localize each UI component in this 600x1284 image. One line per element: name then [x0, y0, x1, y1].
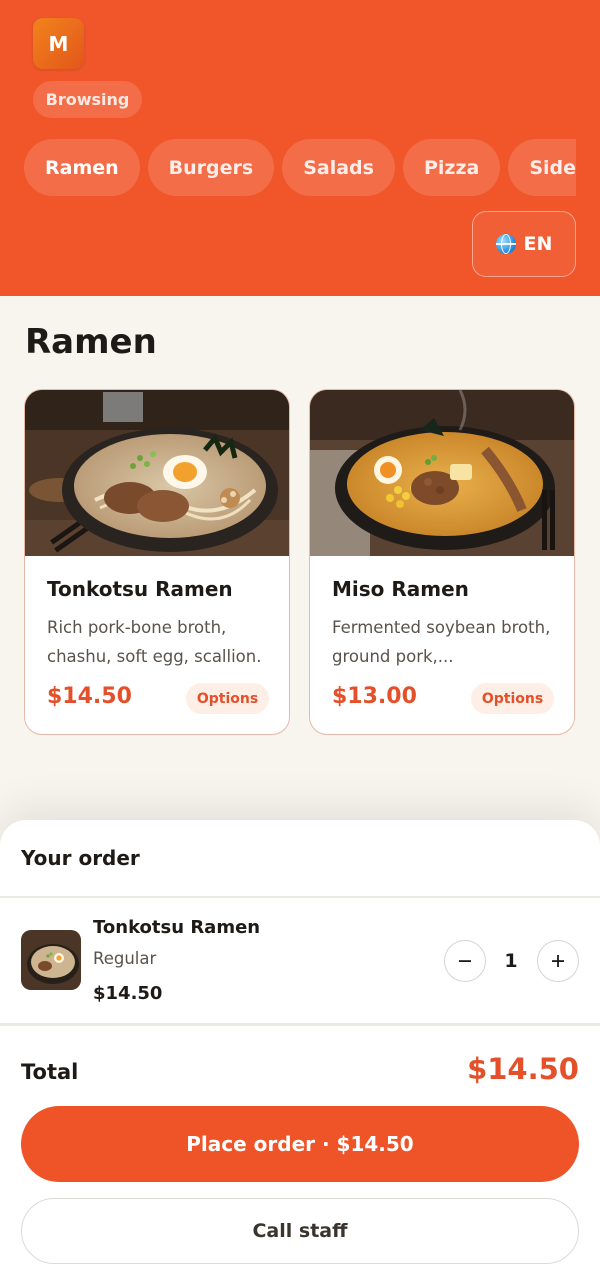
language-label: EN: [523, 233, 553, 255]
divider: [0, 1023, 600, 1026]
category-tabs: RamenBurgersSaladsPizzaSides: [24, 139, 576, 196]
decrease-quantity-button[interactable]: [444, 940, 486, 982]
menu-card-miso[interactable]: Miso Ramen Fermented soybean broth, grou…: [309, 389, 575, 735]
options-button[interactable]: Options: [471, 683, 554, 714]
total-value: $14.50: [467, 1052, 579, 1086]
call-staff-button[interactable]: Call staff: [21, 1198, 579, 1264]
item-description: Rich pork-bone broth, chashu, soft egg, …: [47, 618, 262, 666]
order-item-name: Tonkotsu Ramen: [93, 917, 261, 938]
menu-card-tonkotsu[interactable]: Tonkotsu Ramen Rich pork-bone broth, cha…: [24, 389, 290, 735]
card-body: Tonkotsu Ramen Rich pork-bone broth, cha…: [47, 556, 269, 671]
tab-burgers[interactable]: Burgers: [147, 139, 275, 196]
order-item-price: $14.50: [93, 983, 163, 1004]
tab-sides[interactable]: Sides: [508, 139, 576, 196]
order-item-thumbnail: [21, 930, 81, 990]
item-description: Fermented soybean broth, ground pork,...: [332, 618, 551, 666]
status-badge: Browsing: [33, 81, 142, 118]
plus-icon: [552, 955, 564, 967]
item-name: Miso Ramen: [332, 577, 469, 601]
restaurant-logo: M: [33, 18, 84, 69]
increase-quantity-button[interactable]: [537, 940, 579, 982]
order-title: Your order: [21, 846, 140, 870]
globe-icon: [495, 234, 516, 254]
language-button[interactable]: EN: [472, 211, 576, 277]
options-button[interactable]: Options: [186, 683, 269, 714]
tonkotsu-ramen-image: [25, 390, 289, 556]
tab-salads[interactable]: Salads: [282, 139, 395, 196]
item-price: $13.00: [332, 684, 417, 709]
item-name: Tonkotsu Ramen: [47, 577, 233, 601]
minus-icon: [459, 960, 471, 962]
order-item-variant: Regular: [93, 949, 157, 968]
miso-ramen-image: [310, 390, 574, 556]
place-order-button[interactable]: Place order · $14.50: [21, 1106, 579, 1182]
app-header: M Browsing RamenBurgersSaladsPizzaSides …: [0, 0, 600, 296]
status-text: Browsing: [45, 90, 130, 109]
total-label: Total: [21, 1060, 79, 1084]
quantity-value: 1: [504, 950, 518, 972]
order-panel: Your order Tonkotsu Ramen Regular $14.50…: [0, 820, 600, 1284]
section-title: Ramen: [25, 322, 157, 362]
tab-pizza[interactable]: Pizza: [402, 139, 501, 196]
card-body: Miso Ramen Fermented soybean broth, grou…: [332, 556, 554, 671]
item-price: $14.50: [47, 684, 132, 709]
logo-letter: M: [48, 31, 69, 56]
tab-ramen[interactable]: Ramen: [24, 139, 140, 196]
divider: [0, 896, 600, 898]
